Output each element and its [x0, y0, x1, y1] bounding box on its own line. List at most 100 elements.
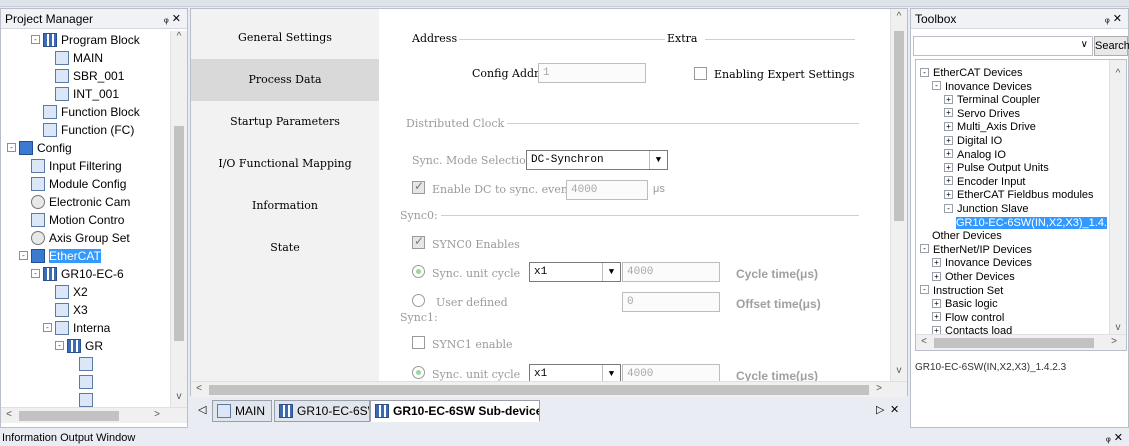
expand-icon[interactable]: +	[944, 94, 953, 104]
tree-item[interactable]: Axis Group Set	[31, 229, 130, 247]
toolbox-item[interactable]: + EtherCAT Fieldbus modules	[944, 188, 1094, 202]
tree-item[interactable]: X2	[55, 283, 88, 301]
toolbox-item[interactable]: + Multi_Axis Drive	[944, 120, 1036, 134]
scroll-thumb[interactable]	[894, 31, 904, 221]
scroll-left-arrow-icon[interactable]: <	[191, 383, 207, 394]
dropdown-arrow-icon[interactable]: ▼	[649, 151, 667, 169]
expand-icon[interactable]: +	[944, 149, 953, 159]
tab-scroll-right-icon[interactable]: ▷	[876, 403, 884, 416]
tree-item[interactable]	[79, 391, 97, 407]
toolbox-item[interactable]: - Junction Slave	[944, 202, 1029, 216]
tree-expander-icon[interactable]: -	[31, 269, 40, 279]
toolbox-item[interactable]: - Inovance Devices	[932, 80, 1032, 94]
expand-icon[interactable]: +	[932, 271, 941, 281]
expert-settings-checkbox[interactable]	[694, 67, 707, 80]
enable-dc-checkbox[interactable]	[412, 179, 425, 194]
expand-icon[interactable]: +	[932, 312, 941, 322]
nav-item[interactable]: Startup Parameters	[191, 101, 379, 143]
toolbox-item[interactable]: + Flow control	[932, 311, 1004, 325]
editor-vscroll[interactable]: ^ v	[890, 9, 907, 381]
scroll-up-arrow-icon[interactable]: ^	[171, 31, 187, 42]
expand-icon[interactable]: +	[944, 189, 953, 199]
expand-icon[interactable]: +	[944, 162, 953, 172]
user-defined-radio[interactable]	[412, 294, 425, 307]
nav-item[interactable]: State	[191, 227, 379, 269]
scroll-down-arrow-icon[interactable]: v	[1110, 322, 1126, 333]
hscroll-thumb[interactable]	[934, 338, 1094, 348]
toolbox-hscroll[interactable]: < >	[916, 334, 1126, 350]
nav-item[interactable]: I/O Functional Mapping	[191, 143, 379, 185]
chevron-down-icon[interactable]: ∨	[1081, 39, 1088, 50]
enable-dc-field[interactable]: 4000	[566, 180, 648, 200]
scroll-right-arrow-icon[interactable]: >	[871, 383, 887, 394]
sync-unit-cycle-radio[interactable]	[412, 265, 425, 278]
tree-item[interactable]: X3	[55, 301, 88, 319]
collapse-icon[interactable]: -	[920, 244, 929, 254]
dropdown-arrow-icon[interactable]: ▼	[602, 263, 620, 281]
tree-expander-icon[interactable]: -	[55, 341, 64, 351]
toolbox-search-input[interactable]: ∨	[913, 36, 1093, 56]
tree-item[interactable]	[79, 355, 97, 373]
toolbox-item[interactable]: Other Devices	[932, 229, 1002, 243]
tree-item[interactable]: - Program Block	[31, 31, 140, 49]
tab-2[interactable]: GR10-EC-6SW Sub-device	[370, 400, 540, 422]
panel-controls[interactable]: ᵩ ✕	[164, 9, 181, 29]
output-window-controls[interactable]: ᵩ ✕	[1106, 431, 1123, 446]
expand-icon[interactable]: +	[944, 176, 953, 186]
toolbox-item[interactable]: + Analog IO	[944, 148, 1006, 162]
offset-time-field[interactable]: 0	[622, 292, 720, 312]
toolbox-item[interactable]: GR10-EC-6SW(IN,X2,X3)_1.4.	[956, 216, 1107, 230]
scroll-down-arrow-icon[interactable]: v	[171, 391, 187, 402]
tree-expander-icon[interactable]: -	[7, 143, 16, 153]
toolbox-item[interactable]: + Inovance Devices	[932, 256, 1032, 270]
close-icon[interactable]: ✕	[172, 13, 181, 25]
toolbox-item[interactable]: - EtherNet/IP Devices	[920, 243, 1032, 257]
hscroll-thumb[interactable]	[19, 411, 119, 421]
tab-1[interactable]: GR10-EC-6SW	[274, 400, 370, 422]
collapse-icon[interactable]: -	[944, 203, 953, 213]
toolbox-item[interactable]: + Basic logic	[932, 297, 998, 311]
scroll-left-arrow-icon[interactable]: <	[1, 409, 17, 420]
scroll-right-arrow-icon[interactable]: >	[1106, 336, 1122, 347]
scroll-up-arrow-icon[interactable]: ^	[891, 11, 907, 22]
tree-item[interactable]: Function (FC)	[43, 121, 134, 139]
tree-item[interactable]: - GR10-EC-6	[31, 265, 124, 283]
expand-icon[interactable]: +	[944, 135, 953, 145]
panel-controls[interactable]: ᵩ ✕	[1105, 9, 1122, 29]
scroll-right-arrow-icon[interactable]: >	[149, 409, 165, 420]
sync0-cycle-field[interactable]: 4000	[622, 262, 720, 282]
toolbox-item[interactable]: - EtherCAT Devices	[920, 66, 1022, 80]
close-icon[interactable]: ✕	[1113, 13, 1122, 25]
toolbox-item[interactable]: + Terminal Coupler	[944, 93, 1040, 107]
toolbox-vscroll[interactable]: ^ v	[1109, 60, 1126, 334]
tree-item[interactable]: SBR_001	[55, 67, 124, 85]
tab-scroll-left-icon[interactable]: ◁	[198, 403, 206, 416]
scroll-down-arrow-icon[interactable]: v	[891, 365, 907, 376]
dropdown-arrow-icon[interactable]: ▼	[602, 365, 620, 381]
tab-close-icon[interactable]: ✕	[890, 403, 899, 416]
project-tree-hscroll[interactable]: < >	[1, 407, 187, 423]
tree-item[interactable]: Function Block	[43, 103, 140, 121]
toolbox-item[interactable]: - Instruction Set	[920, 284, 1003, 298]
pin-icon[interactable]: ᵩ	[1105, 13, 1110, 25]
pin-icon[interactable]: ᵩ	[164, 13, 169, 25]
sync1-cycle-field[interactable]: 4000	[622, 364, 720, 381]
sync1-multiplier-select[interactable]: x1 ▼	[529, 364, 621, 381]
sync0-enable-checkbox[interactable]	[412, 234, 425, 249]
collapse-icon[interactable]: -	[920, 285, 929, 295]
tree-item[interactable]: Module Config	[31, 175, 126, 193]
tree-expander-icon[interactable]: -	[19, 251, 28, 261]
tree-item[interactable]: - Config	[7, 139, 72, 157]
expand-icon[interactable]: +	[932, 257, 941, 267]
scroll-thumb[interactable]	[174, 126, 184, 341]
project-tree-vscroll[interactable]: ^ v	[170, 31, 187, 407]
expand-icon[interactable]: +	[944, 121, 953, 131]
scroll-left-arrow-icon[interactable]: <	[916, 336, 932, 347]
tree-item[interactable]: - Interna	[43, 319, 110, 337]
tree-expander-icon[interactable]: -	[31, 35, 40, 45]
tree-item[interactable]: INT_001	[55, 85, 119, 103]
sync1-unit-cycle-radio[interactable]	[412, 366, 425, 379]
nav-item[interactable]: General Settings	[191, 17, 379, 59]
tab-0[interactable]: MAIN	[212, 400, 272, 422]
tree-item[interactable]: - EtherCAT	[19, 247, 101, 265]
